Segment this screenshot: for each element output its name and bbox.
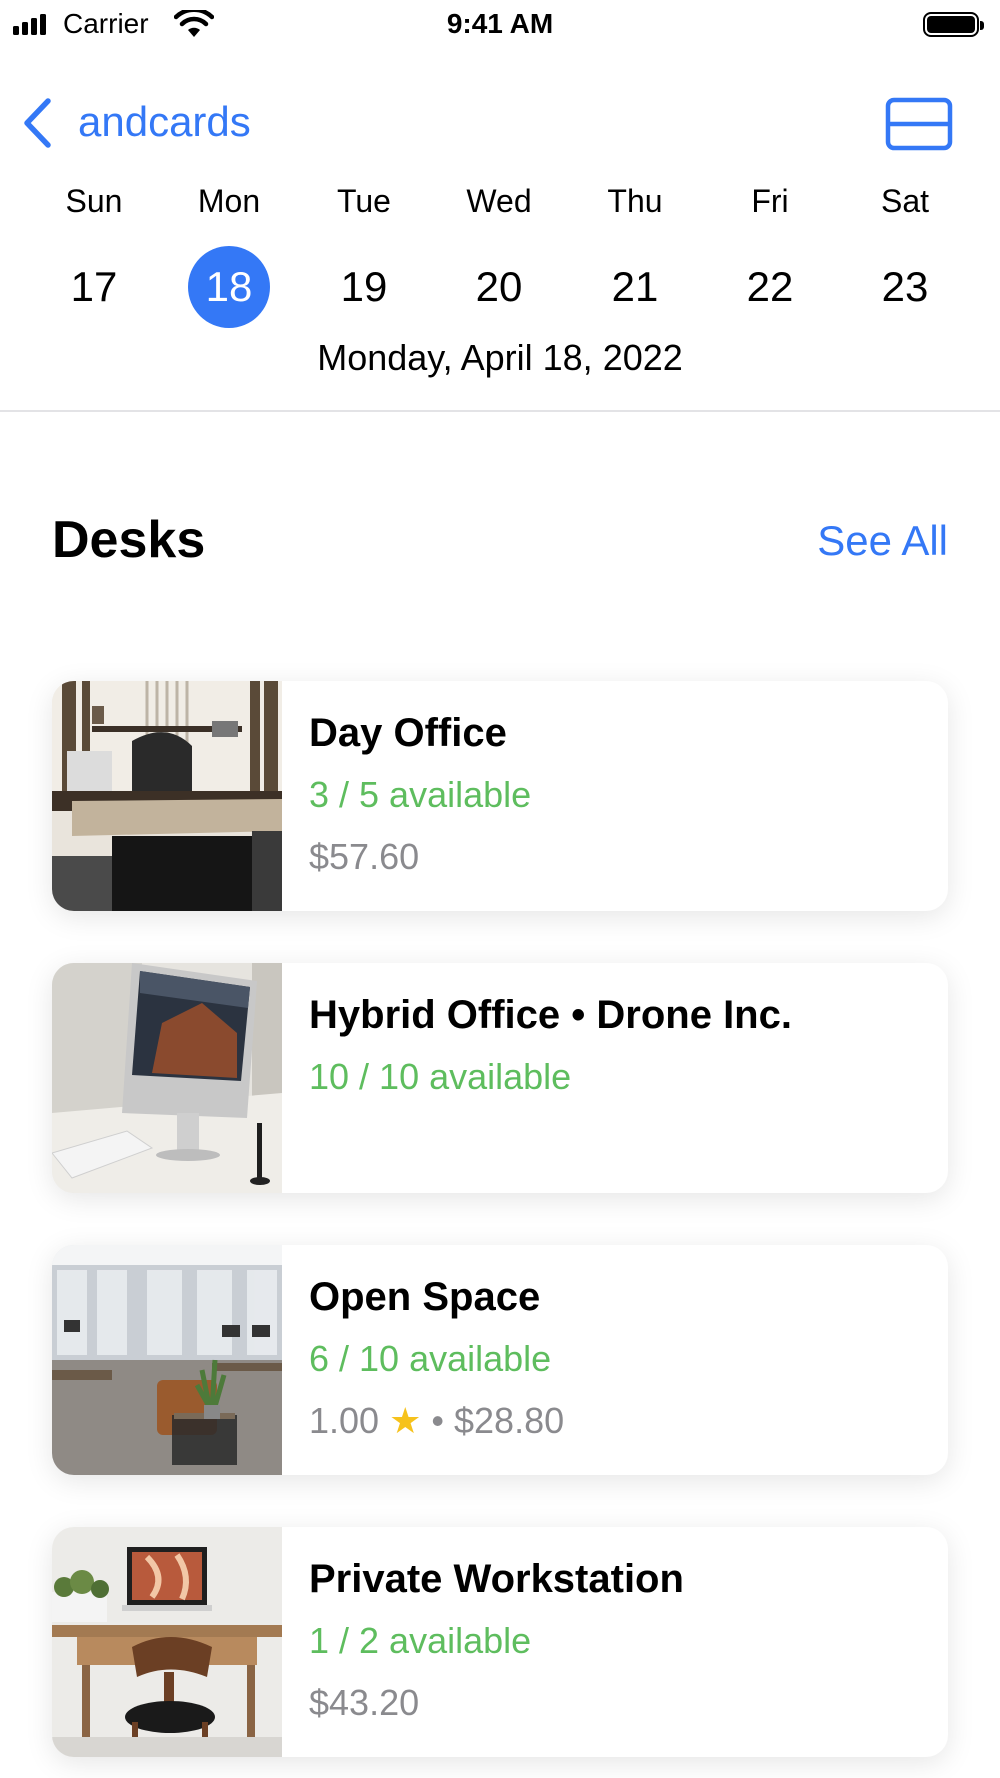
desk-availability: 3 / 5 available: [309, 774, 532, 815]
weekday-wed: Wed: [466, 183, 532, 219]
desk-price: $28.80: [454, 1400, 565, 1441]
status-bar: Carrier 9:41 AM: [0, 0, 1000, 48]
status-time: 9:41 AM: [446, 8, 554, 39]
date-20[interactable]: 20: [431, 245, 567, 329]
private-workstation-photo: [52, 1527, 282, 1757]
section-title: Desks: [52, 511, 206, 569]
day-office-photo: [52, 681, 282, 911]
see-all-link[interactable]: See All: [817, 517, 948, 565]
selected-date-label: Monday, April 18, 2022: [317, 337, 683, 378]
desk-availability: 6 / 10 available: [309, 1338, 552, 1379]
desk-title: Day Office: [309, 711, 507, 755]
layout-toggle-icon[interactable]: [885, 97, 953, 151]
desk-availability: 10 / 10 available: [309, 1056, 572, 1097]
separator-dot: •: [431, 1400, 454, 1441]
star-icon: ★: [389, 1400, 422, 1441]
weekday-sat: Sat: [880, 183, 930, 219]
desk-title: Hybrid Office • Drone Inc.: [309, 993, 792, 1037]
desk-card-day-office[interactable]: Day Office 3 / 5 available $57.60: [52, 681, 948, 911]
header-divider: [0, 410, 1000, 412]
desk-rating-price: 1.00 ★ • $28.80: [309, 1400, 564, 1442]
desk-card-hybrid-office[interactable]: Hybrid Office • Drone Inc. 10 / 10 avail…: [52, 963, 948, 1193]
weekday-tue: Tue: [337, 183, 391, 219]
desk-availability: 1 / 2 available: [309, 1620, 532, 1661]
back-button[interactable]: andcards: [78, 98, 251, 146]
weekday-sun: Sun: [65, 183, 123, 219]
selected-date-number: 18: [188, 246, 270, 328]
hybrid-office-photo: [52, 963, 282, 1193]
desk-price: $57.60: [309, 836, 420, 877]
date-17[interactable]: 17: [26, 245, 162, 329]
date-23[interactable]: 23: [837, 245, 973, 329]
date-18-selected[interactable]: 18: [161, 245, 297, 329]
weekday-thu: Thu: [607, 183, 663, 219]
desk-price: $43.20: [309, 1682, 420, 1723]
open-space-photo: [52, 1245, 282, 1475]
weekday-fri: Fri: [751, 183, 789, 219]
battery-icon: [923, 12, 984, 37]
weekday-mon: Mon: [197, 183, 261, 219]
desk-title: Open Space: [309, 1275, 541, 1319]
desk-rating: 1.00: [309, 1400, 380, 1441]
desk-card-open-space[interactable]: Open Space 6 / 10 available 1.00 ★ • $28…: [52, 1245, 948, 1475]
date-19[interactable]: 19: [296, 245, 432, 329]
desk-card-private-workstation[interactable]: Private Workstation 1 / 2 available $43.…: [52, 1527, 948, 1757]
date-22[interactable]: 22: [702, 245, 838, 329]
back-chevron-icon[interactable]: [20, 96, 54, 150]
desk-title: Private Workstation: [309, 1557, 684, 1601]
date-21[interactable]: 21: [567, 245, 703, 329]
